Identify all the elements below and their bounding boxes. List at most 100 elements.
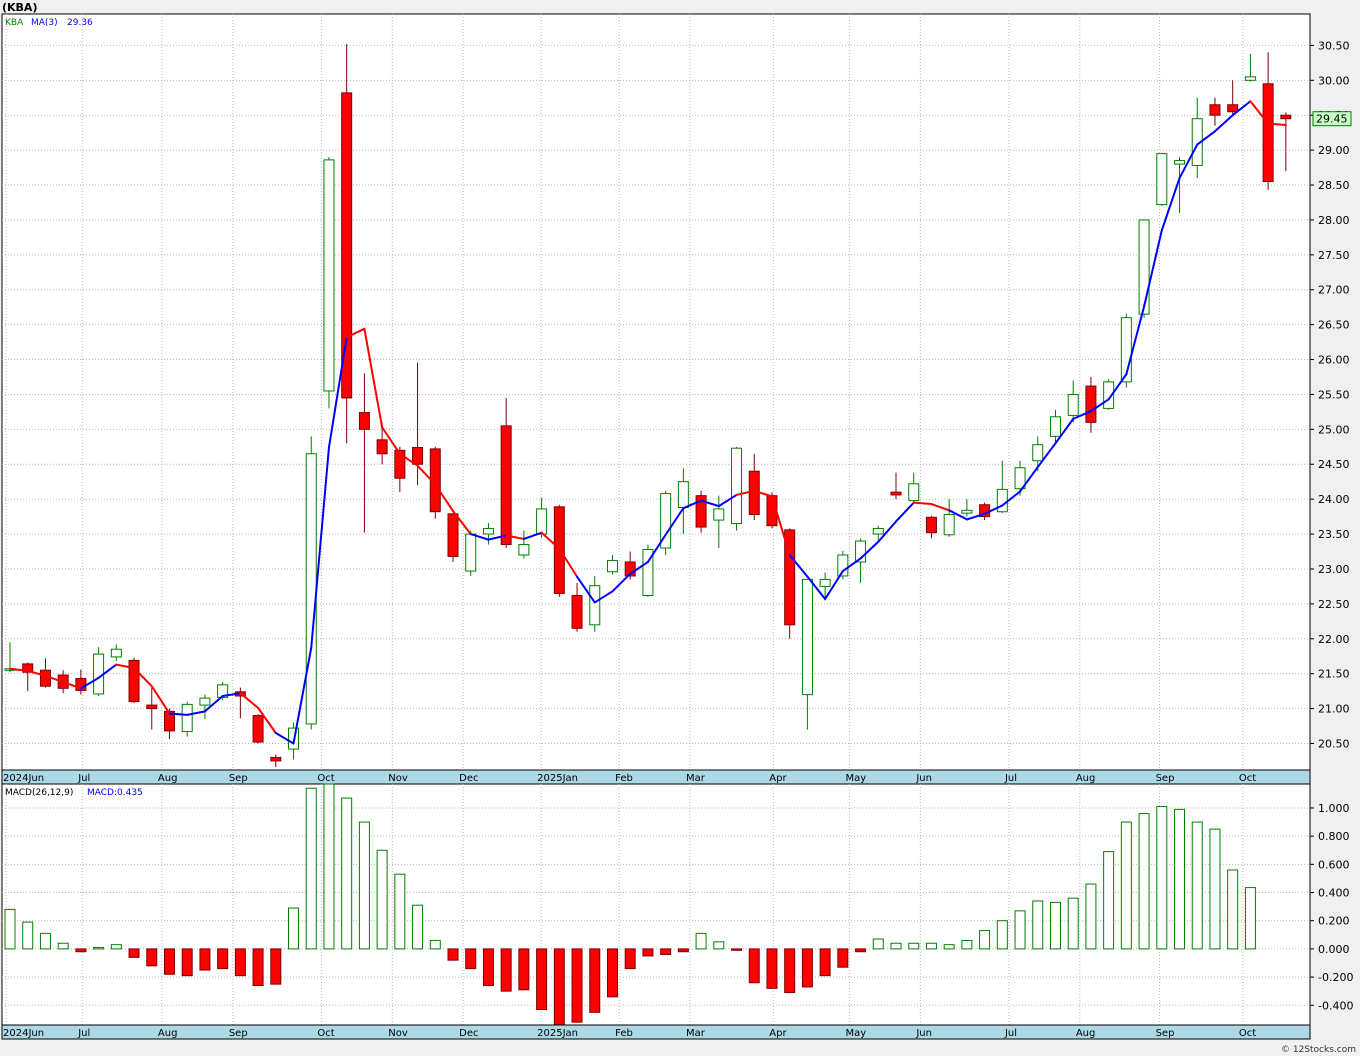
candle-body — [801, 578, 813, 696]
candle-body — [447, 513, 459, 557]
candle-body — [943, 514, 955, 536]
macd-bar — [234, 948, 246, 977]
price-x-label: Jul — [77, 773, 90, 784]
price-tick-label: 23.00 — [1318, 563, 1350, 576]
macd-bar — [181, 948, 193, 977]
candle-body — [110, 648, 122, 658]
price-x-label: Jun — [915, 773, 932, 784]
candle-body — [606, 560, 618, 573]
macd-bar — [93, 946, 105, 950]
macd-bar — [146, 948, 158, 967]
candle — [1120, 313, 1132, 388]
macd-x-label: Apr — [769, 1028, 787, 1039]
macd-bar — [784, 948, 796, 994]
macd-bar — [890, 942, 902, 950]
candle-body — [961, 509, 973, 514]
candle-body — [323, 159, 335, 392]
macd-value-label: MACD:0.435 — [87, 788, 143, 798]
candle-body — [1227, 104, 1239, 113]
macd-tick-label: -0.200 — [1318, 971, 1353, 984]
macd-tick-label: 0.000 — [1318, 943, 1350, 956]
stock-chart: 20.50 21.00 21.50 22.00 22.50 23.00 23.50 24.00… — [1, 1, 1356, 1055]
macd-bar — [1244, 887, 1256, 950]
macd-x-label: Oct — [1239, 1028, 1256, 1039]
macd-bar — [908, 942, 920, 950]
price-tick-label: 26.00 — [1318, 354, 1350, 367]
macd-bar — [1014, 910, 1026, 950]
macd-bar — [341, 797, 353, 950]
macd-bar — [1174, 808, 1186, 950]
price-x-label: 2025Jan — [537, 773, 578, 784]
price-x-label: Dec — [459, 773, 478, 784]
candle-body — [412, 446, 424, 465]
price-tick-label: 26.50 — [1318, 319, 1350, 332]
candle-body — [589, 585, 601, 626]
candle-body — [252, 715, 264, 743]
macd-bar — [589, 948, 601, 1013]
macd-bar — [660, 948, 672, 956]
macd-bar — [128, 948, 140, 958]
macd-x-label: Dec — [459, 1028, 478, 1039]
price-tick-label: 28.00 — [1318, 214, 1350, 227]
macd-x-label: Aug — [1076, 1028, 1096, 1039]
macd-bar — [288, 907, 300, 950]
price-tick-label: 27.00 — [1318, 284, 1350, 297]
price-tick-label: 24.50 — [1318, 458, 1350, 471]
macd-bar — [429, 939, 441, 950]
macd-x-label: Jul — [1004, 1028, 1017, 1039]
macd-bar — [624, 948, 636, 970]
price-x-label: Nov — [388, 773, 408, 784]
macd-bar — [943, 944, 955, 950]
candle-body — [358, 412, 370, 430]
candle-body — [482, 527, 494, 535]
macd-bar — [1103, 851, 1115, 950]
macd-bar — [447, 948, 459, 961]
macd-bar — [1156, 806, 1168, 950]
macd-x-label: Mar — [686, 1028, 706, 1039]
macd-bar — [837, 948, 849, 968]
candle-body — [1209, 104, 1221, 116]
macd-bar — [1067, 897, 1079, 950]
macd-bar — [358, 821, 370, 950]
candle-body — [305, 453, 317, 725]
macd-bar — [731, 948, 743, 951]
macd-bar — [376, 849, 388, 950]
macd-bar — [57, 942, 69, 950]
candle — [465, 530, 477, 576]
candle — [731, 446, 743, 531]
macd-bar — [801, 948, 813, 988]
macd-bar — [819, 948, 831, 977]
last-price-tag: 29.45 — [1312, 111, 1352, 127]
price-tick-label: 21.00 — [1318, 703, 1350, 716]
candle-body — [713, 508, 725, 521]
macd-bar — [199, 948, 211, 971]
macd-bar — [305, 787, 317, 950]
macd-x-label: Feb — [615, 1028, 633, 1039]
macd-bar — [536, 948, 548, 1010]
macd-bar — [4, 908, 16, 950]
macd-bar — [855, 948, 867, 953]
candle-body — [518, 544, 530, 556]
candle-body — [536, 508, 548, 535]
candle-body — [465, 533, 477, 572]
candle — [252, 714, 264, 744]
candle-body — [376, 439, 388, 455]
candle-body — [819, 578, 831, 587]
macd-x-label: Jun — [915, 1028, 932, 1039]
macd-bar — [979, 930, 991, 950]
candle — [217, 682, 229, 701]
candle-body — [1067, 393, 1079, 416]
macd-bar — [677, 948, 689, 953]
candle-body — [677, 481, 689, 509]
ma-segment — [912, 501, 933, 506]
macd-bar — [482, 948, 494, 987]
macd-bar — [394, 873, 406, 950]
ma-segment — [168, 712, 189, 716]
price-tick-label: 30.00 — [1318, 74, 1350, 87]
price-tick-label: 22.50 — [1318, 598, 1350, 611]
macd-tick-label: 0.400 — [1318, 887, 1350, 900]
macd-bar — [163, 948, 175, 975]
macd-bar — [465, 948, 477, 970]
candle-body — [1244, 76, 1256, 81]
macd-x-label: Nov — [388, 1028, 408, 1039]
